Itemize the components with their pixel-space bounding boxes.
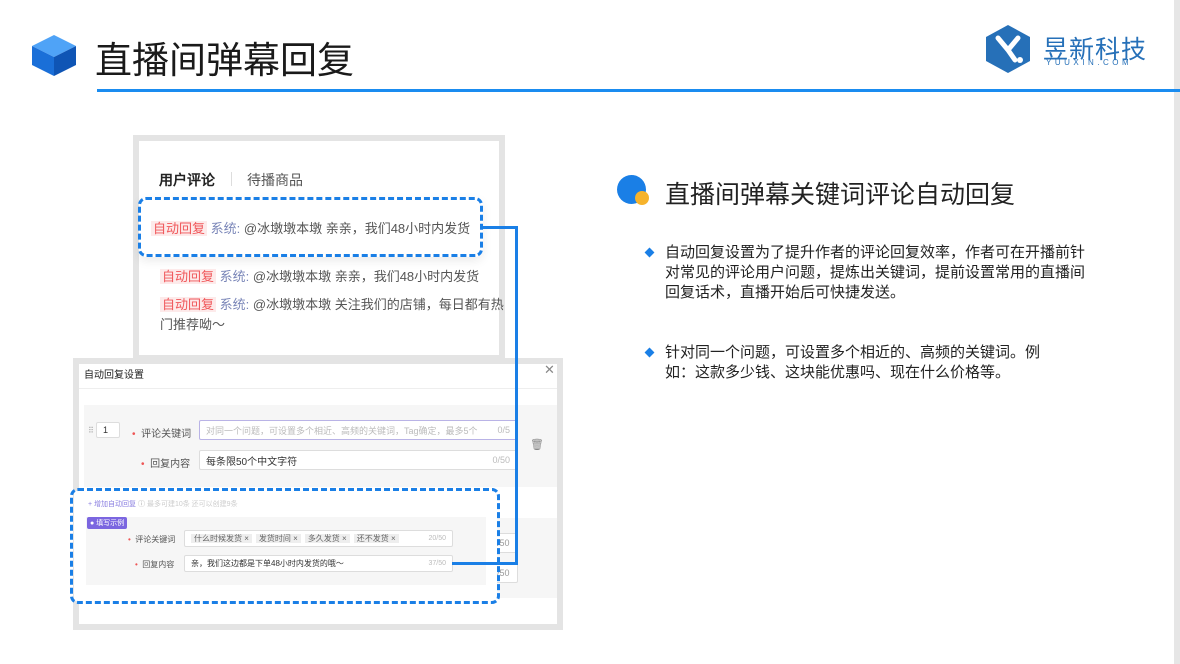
reply-label: 回复内容 xyxy=(150,459,191,470)
divider xyxy=(97,89,1180,92)
cube-icon xyxy=(32,35,76,76)
drag-handle-icon[interactable]: ⠿ xyxy=(88,426,94,435)
dialog-title: 自动回复设置 xyxy=(84,370,144,381)
keyword-label: 评论关键词 xyxy=(141,429,192,440)
feature-bullet: 自动回复设置为了提升作者的评论回复效率，作者可在开播前针 对常见的评论用户问题，提… xyxy=(665,244,1086,301)
page-title: 直播间弹幕回复 xyxy=(95,40,354,81)
logo-icon xyxy=(986,25,1030,73)
highlight-box xyxy=(138,197,483,257)
connector-line xyxy=(452,562,518,565)
feature-heading: 直播间弹幕关键词评论自动回复 xyxy=(665,181,1016,209)
index-input[interactable]: 1 xyxy=(96,422,120,438)
tab-divider xyxy=(231,172,232,186)
placeholder: 对同一个问题，可设置多个相近、高频的关键词，Tag确定，最多5个 xyxy=(206,425,478,436)
tab-user-comments[interactable]: 用户评论 xyxy=(159,170,215,190)
bullet-icon xyxy=(644,247,655,258)
keyword-input[interactable]: 对同一个问题，可设置多个相近、高频的关键词，Tag确定，最多5个 0/5 xyxy=(199,420,517,440)
char-count: 0/5 xyxy=(497,425,510,435)
logo-domain: YUUXIN.COM xyxy=(1046,58,1133,67)
divider xyxy=(79,388,557,389)
comment-text: @冰墩墩本墩 关注我们的店铺，每日都有热 xyxy=(252,297,504,312)
comment-text-cont: 门推荐呦～ xyxy=(160,317,226,332)
feature-icon-dot xyxy=(635,191,649,205)
close-icon[interactable]: ✕ xyxy=(544,362,555,378)
rule-card-behind xyxy=(490,518,557,598)
placeholder: 每条限50个中文字符 xyxy=(206,456,298,468)
required-mark: • xyxy=(141,459,145,470)
comment-item: 自动回复 系统: @冰墩墩本墩 亲亲，我们48小时内发货 xyxy=(160,266,479,285)
highlight-box xyxy=(70,488,500,604)
slide-edge xyxy=(1174,0,1180,664)
sender: 系统: xyxy=(219,297,250,312)
auto-reply-tag: 自动回复 xyxy=(160,297,217,312)
comment-text: @冰墩墩本墩 亲亲，我们48小时内发货 xyxy=(252,269,480,284)
rule-card xyxy=(84,405,557,487)
comment-item: 自动回复 系统: @冰墩墩本墩 关注我们的店铺，每日都有热 xyxy=(160,294,504,313)
bullet-icon xyxy=(644,347,655,358)
tab-pending-products[interactable]: 待播商品 xyxy=(247,170,303,190)
connector-line xyxy=(515,226,518,565)
reply-input[interactable]: 每条限50个中文字符 0/50 xyxy=(199,450,517,470)
required-mark: • xyxy=(132,429,136,440)
auto-reply-tag: 自动回复 xyxy=(160,269,217,284)
sender: 系统: xyxy=(219,269,250,284)
delete-icon[interactable]: 🗑 xyxy=(530,438,544,451)
char-count: 0/50 xyxy=(492,455,510,465)
connector-line xyxy=(482,226,518,229)
feature-bullet: 针对同一个问题，可设置多个相近的、高频的关键词。例 如：这款多少钱、这块能优惠吗、… xyxy=(665,344,1041,381)
